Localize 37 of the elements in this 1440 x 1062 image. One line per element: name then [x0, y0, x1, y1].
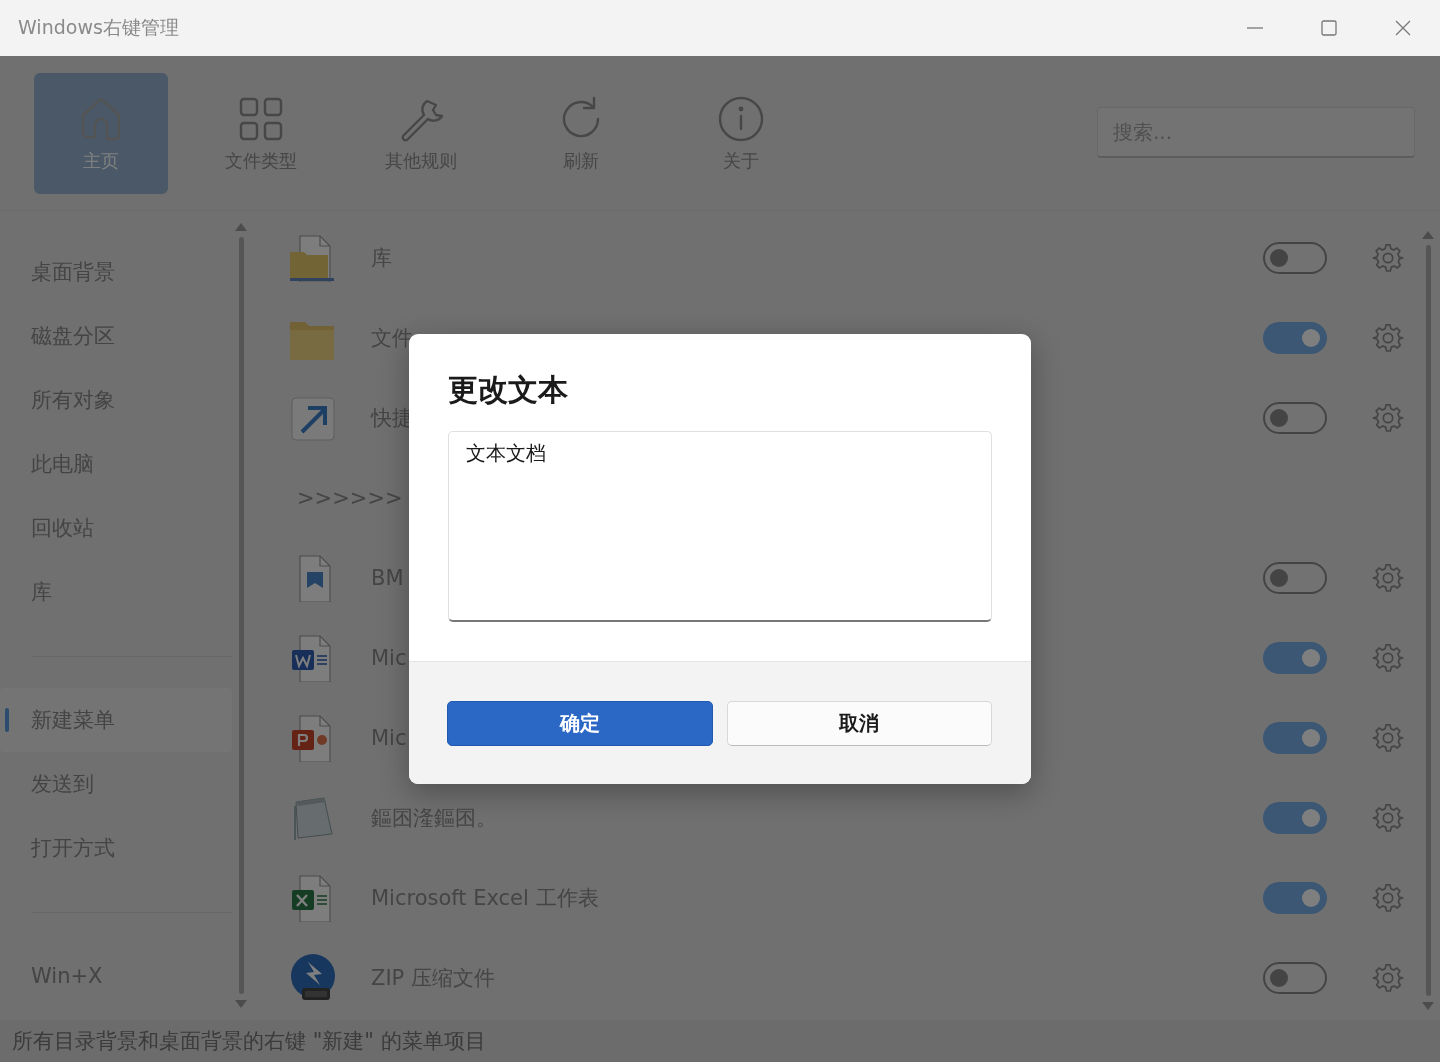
toggle-switch[interactable]	[1263, 402, 1327, 434]
settings-icon[interactable]	[1372, 241, 1404, 275]
scrollbar[interactable]	[233, 223, 249, 1008]
folder-document-icon	[290, 234, 336, 282]
settings-icon[interactable]	[1372, 401, 1404, 435]
up-arrow-icon[interactable]	[1422, 231, 1434, 239]
info-icon	[717, 94, 765, 143]
toggle-switch[interactable]	[1263, 242, 1327, 274]
up-arrow-icon[interactable]	[235, 223, 247, 231]
window-title: Windows右键管理	[18, 15, 180, 40]
toggle-switch[interactable]	[1263, 802, 1327, 834]
settings-icon[interactable]	[1372, 961, 1404, 995]
maximize-icon	[1321, 20, 1337, 36]
down-arrow-icon[interactable]	[1422, 1002, 1434, 1010]
toggle-switch[interactable]	[1263, 642, 1327, 674]
scrollbar[interactable]	[1420, 231, 1436, 1010]
toggle-switch[interactable]	[1263, 722, 1327, 754]
settings-icon[interactable]	[1372, 641, 1404, 675]
settings-icon[interactable]	[1372, 321, 1404, 355]
minimize-icon	[1247, 27, 1263, 29]
text-field[interactable]: 文本文档	[448, 431, 992, 622]
confirm-button[interactable]: 确定	[447, 700, 713, 746]
selection-indicator	[5, 708, 9, 732]
toggle-switch[interactable]	[1263, 322, 1327, 354]
settings-icon[interactable]	[1372, 561, 1404, 595]
cancel-button[interactable]: 取消	[726, 700, 992, 746]
down-arrow-icon[interactable]	[235, 1000, 247, 1008]
settings-icon[interactable]	[1372, 801, 1404, 835]
archive-icon	[290, 954, 336, 1002]
settings-icon[interactable]	[1372, 721, 1404, 755]
toggle-switch[interactable]	[1263, 962, 1327, 994]
close-icon	[1395, 20, 1411, 36]
toggle-switch[interactable]	[1263, 882, 1327, 914]
separator-label: >>>>>>	[297, 486, 404, 510]
dialog-title: 更改文本	[448, 371, 569, 409]
toggle-switch[interactable]	[1263, 562, 1327, 594]
settings-icon[interactable]	[1372, 881, 1404, 915]
